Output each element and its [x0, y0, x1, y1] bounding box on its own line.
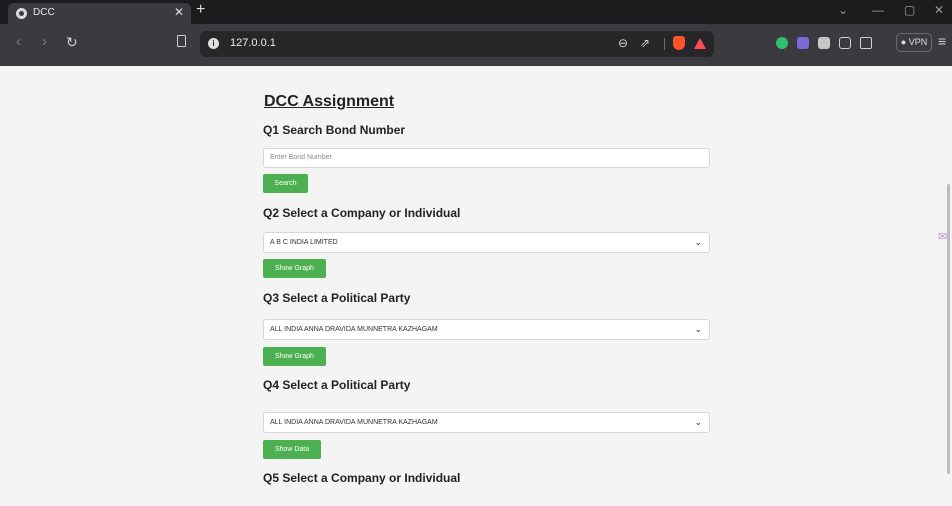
q1-title: Q1 Search Bond Number: [263, 123, 406, 137]
menu-icon[interactable]: ≡: [938, 33, 946, 49]
page-body: DCC Assignment Q1 Search Bond Number Ent…: [8, 66, 947, 506]
search-button[interactable]: Search: [263, 174, 308, 193]
mail-extension-icon[interactable]: [797, 37, 809, 49]
q3-title: Q3 Select a Political Party: [263, 291, 411, 305]
zoom-icon[interactable]: ⊖: [618, 36, 628, 50]
show-data-button[interactable]: Show Data: [263, 440, 321, 459]
extension-icon[interactable]: [818, 37, 830, 49]
minimize-button[interactable]: —: [872, 3, 884, 17]
tab-title: DCC: [33, 7, 55, 18]
tab-strip: DCC ✕ + ⌄ — ▢ ✕: [0, 0, 952, 24]
chevron-down-icon: ⌄: [694, 417, 702, 427]
chevron-down-icon: ⌄: [694, 324, 702, 334]
reload-icon[interactable]: ↻: [66, 34, 78, 51]
page-title: DCC Assignment: [264, 93, 395, 110]
company-select[interactable]: A B C INDIA LIMITED ⌄: [263, 232, 710, 253]
party-select-q3[interactable]: ALL INDIA ANNA DRAVIDA MUNNETRA KAZHAGAM…: [263, 319, 710, 340]
share-icon[interactable]: ⇗: [640, 36, 650, 50]
q2-show-graph-button[interactable]: Show Graph: [263, 259, 326, 278]
q3-show-graph-button[interactable]: Show Graph: [263, 347, 326, 366]
party-select-q3-value: ALL INDIA ANNA DRAVIDA MUNNETRA KAZHAGAM: [270, 326, 438, 333]
back-icon[interactable]: ‹: [16, 33, 21, 50]
q2-title: Q2 Select a Company or Individual: [263, 206, 461, 220]
new-tab-button[interactable]: +: [196, 1, 205, 19]
close-tab-icon[interactable]: ✕: [174, 5, 184, 19]
q4-title: Q4 Select a Political Party: [263, 378, 411, 392]
party-select-q4[interactable]: ALL INDIA ANNA DRAVIDA MUNNETRA KAZHAGAM…: [263, 412, 710, 433]
brave-rewards-icon[interactable]: [694, 38, 706, 49]
page-viewport: DCC Assignment Q1 Search Bond Number Ent…: [0, 66, 952, 506]
vpn-button[interactable]: ● VPN: [896, 33, 932, 52]
company-select-value: A B C INDIA LIMITED: [270, 239, 338, 246]
grammarly-extension-icon[interactable]: [776, 37, 788, 49]
site-info-icon[interactable]: i: [208, 38, 219, 49]
divider: [664, 38, 665, 50]
q5-title: Q5 Select a Company or Individual: [263, 471, 461, 485]
forward-icon[interactable]: ›: [42, 33, 47, 50]
bond-number-input[interactable]: Enter Bond Number: [263, 148, 710, 168]
address-bar[interactable]: i 127.0.0.1 ⊖ ⇗: [200, 31, 714, 57]
globe-icon: [16, 8, 27, 19]
browser-toolbar: ‹ › ↻ i 127.0.0.1 ⊖ ⇗ ● VPN ≡: [0, 24, 952, 66]
scrollbar[interactable]: [947, 184, 950, 474]
party-select-q4-value: ALL INDIA ANNA DRAVIDA MUNNETRA KAZHAGAM: [270, 419, 438, 426]
browser-tab[interactable]: DCC ✕: [8, 3, 191, 24]
tab-search-icon[interactable]: ⌄: [838, 3, 848, 17]
url-text[interactable]: 127.0.0.1: [230, 37, 276, 49]
chevron-down-icon: ⌄: [694, 237, 702, 247]
restore-button[interactable]: ▢: [904, 3, 915, 17]
sidebar-toggle-icon[interactable]: [860, 37, 872, 49]
brave-shields-icon[interactable]: [673, 36, 685, 50]
close-window-button[interactable]: ✕: [934, 3, 944, 17]
bookmark-icon[interactable]: [177, 35, 186, 47]
puzzle-extensions-icon[interactable]: [839, 37, 851, 49]
